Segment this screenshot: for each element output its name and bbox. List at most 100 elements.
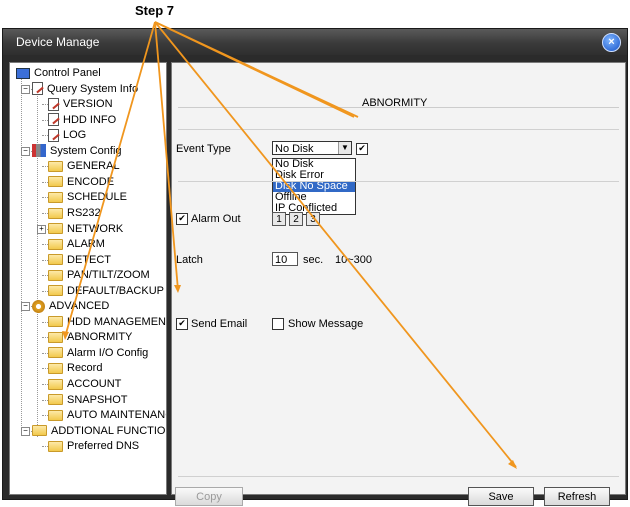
tree-guide-line xyxy=(42,415,48,417)
tree-item-hdd-management[interactable]: HDD MANAGEMENT xyxy=(48,315,166,330)
tree-guide-line xyxy=(42,244,48,246)
copy-button[interactable]: Copy xyxy=(175,487,243,506)
tree-item-label: ACCOUNT xyxy=(67,378,122,390)
tree-guide-line xyxy=(42,290,48,292)
event-type-label: Event Type xyxy=(176,143,231,155)
folder-icon xyxy=(48,176,63,188)
tree-item-record[interactable]: Record xyxy=(48,361,102,376)
folder-icon xyxy=(48,207,63,219)
tree-guide-line xyxy=(42,135,48,137)
tree-item-label: GENERAL xyxy=(67,160,120,173)
divider xyxy=(178,476,619,477)
window-title: Device Manage xyxy=(16,35,100,49)
tree-item-log[interactable]: LOG xyxy=(48,128,86,143)
tree-guide-line xyxy=(42,181,48,183)
folder-icon xyxy=(48,254,63,266)
document-icon xyxy=(48,128,59,142)
folder-icon xyxy=(48,378,63,390)
tree-item-general[interactable]: GENERAL xyxy=(48,159,120,174)
tree-item-detect[interactable]: DETECT xyxy=(48,253,111,268)
tree-item-schedule[interactable]: SCHEDULE xyxy=(48,190,127,205)
event-enable-checkbox[interactable] xyxy=(356,143,368,155)
close-icon[interactable]: × xyxy=(602,33,621,52)
tree-item-rs232[interactable]: RS232 xyxy=(48,206,101,221)
expand-icon[interactable]: + xyxy=(37,224,46,234)
folder-icon xyxy=(48,285,63,297)
tree-item-pan-tilt-zoom[interactable]: PAN/TILT/ZOOM xyxy=(48,268,150,283)
tree-item-network[interactable]: NETWORK xyxy=(48,222,123,237)
monitor-icon xyxy=(16,67,30,79)
tree-guide-line xyxy=(42,337,48,339)
alarm-out-checkbox[interactable] xyxy=(176,213,188,225)
send-email-checkbox[interactable] xyxy=(176,318,188,330)
tree-item-label: HDD INFO xyxy=(63,113,117,126)
tree-guide-line xyxy=(42,368,48,370)
refresh-button[interactable]: Refresh xyxy=(544,487,610,506)
tree-item-advanced[interactable]: ADVANCED xyxy=(32,299,109,314)
tree-item-label: SCHEDULE xyxy=(67,191,127,204)
tree-item-label: VERSION xyxy=(63,98,113,111)
section-title: ABNORMITY xyxy=(362,97,428,109)
tree-item-default-backup[interactable]: DEFAULT/BACKUP xyxy=(48,284,164,299)
abnormity-settings-panel: ABNORMITY Event Type No Disk ▼ No DiskDi… xyxy=(171,62,626,506)
latch-input[interactable]: 10 xyxy=(272,252,298,266)
navigation-tree: Control Panel Query System Info − VERSION HD… xyxy=(9,62,167,495)
event-type-select[interactable]: No Disk ▼ xyxy=(272,141,352,155)
tree-item-abnormity[interactable]: ABNORMITY xyxy=(48,330,132,345)
tree-item-version[interactable]: VERSION xyxy=(48,97,113,112)
tree-item-snapshot[interactable]: SNAPSHOT xyxy=(48,393,128,408)
alarm-out-channel-2-button[interactable]: 2 xyxy=(289,212,303,226)
send-email-label: Send Email xyxy=(191,318,248,330)
folder-icon xyxy=(48,440,63,452)
tree-item-label: ADVANCED xyxy=(49,300,110,313)
divider xyxy=(178,181,619,182)
divider xyxy=(178,129,619,130)
folder-icon xyxy=(48,331,63,343)
title-bar[interactable]: Device Manage × xyxy=(3,29,627,55)
tree-item-label: Record xyxy=(67,362,103,375)
tree-item-hdd-info[interactable]: HDD INFO xyxy=(48,113,116,128)
latch-unit: sec. xyxy=(303,254,324,266)
show-message-checkbox[interactable] xyxy=(272,318,284,330)
tree-item-label: DEFAULT/BACKUP xyxy=(67,284,164,297)
tree-item-addtional-function[interactable]: ADDTIONAL FUNCTION xyxy=(32,424,166,439)
tree-item-preferred-dns[interactable]: Preferred DNS xyxy=(48,439,139,454)
alarm-out-channel-3-button[interactable]: 3 xyxy=(306,212,320,226)
collapse-icon[interactable]: − xyxy=(21,146,30,156)
tree-item-alarm[interactable]: ALARM xyxy=(48,237,105,252)
tree-item-account[interactable]: ACCOUNT xyxy=(48,377,121,392)
tree-item-label: System Config xyxy=(50,144,122,157)
tree-item-label: PAN/TILT/ZOOM xyxy=(67,269,150,282)
gear-icon xyxy=(32,299,45,313)
folder-icon xyxy=(48,191,63,203)
tree-item-label: Query System Info xyxy=(47,82,139,95)
save-button[interactable]: Save xyxy=(468,487,534,506)
tree-item-label: ALARM xyxy=(67,238,105,251)
event-type-selected-value: No Disk xyxy=(275,143,314,155)
collapse-icon[interactable]: − xyxy=(21,426,30,436)
folder-icon xyxy=(48,394,63,406)
tree-item-encode[interactable]: ENCODE xyxy=(48,175,114,190)
tree-item-control-panel[interactable]: Control Panel xyxy=(16,66,101,81)
show-message-label: Show Message xyxy=(288,318,364,330)
tree-guide-line xyxy=(42,384,48,385)
document-icon xyxy=(48,113,59,127)
latch-range: 10~300 xyxy=(335,254,373,266)
tree-item-label: Preferred DNS xyxy=(67,440,140,453)
collapse-icon[interactable]: − xyxy=(21,302,30,312)
tree-item-label: RS232 xyxy=(67,206,101,219)
chevron-down-icon[interactable]: ▼ xyxy=(338,142,351,154)
tree-item-system-config[interactable]: System Config xyxy=(32,144,122,159)
tree-guide-line xyxy=(42,399,48,401)
folder-icon xyxy=(48,269,63,281)
tree-item-auto-maintenanci[interactable]: AUTO MAINTENANCI xyxy=(48,408,166,423)
tree-item-alarm-i-o-config[interactable]: Alarm I/O Config xyxy=(48,346,148,361)
folder-icon xyxy=(48,347,63,359)
alarm-out-channel-1-button[interactable]: 1 xyxy=(272,212,286,226)
event-type-dropdown-list: No Disk Disk Error Disk No Space Offline IP … xyxy=(272,158,356,215)
collapse-icon[interactable]: − xyxy=(21,84,30,94)
tree-item-query-system-info[interactable]: Query System Info xyxy=(32,82,138,97)
document-icon xyxy=(48,97,59,111)
tree-item-label: NETWORK xyxy=(67,222,124,235)
latch-label: Latch xyxy=(176,254,203,266)
